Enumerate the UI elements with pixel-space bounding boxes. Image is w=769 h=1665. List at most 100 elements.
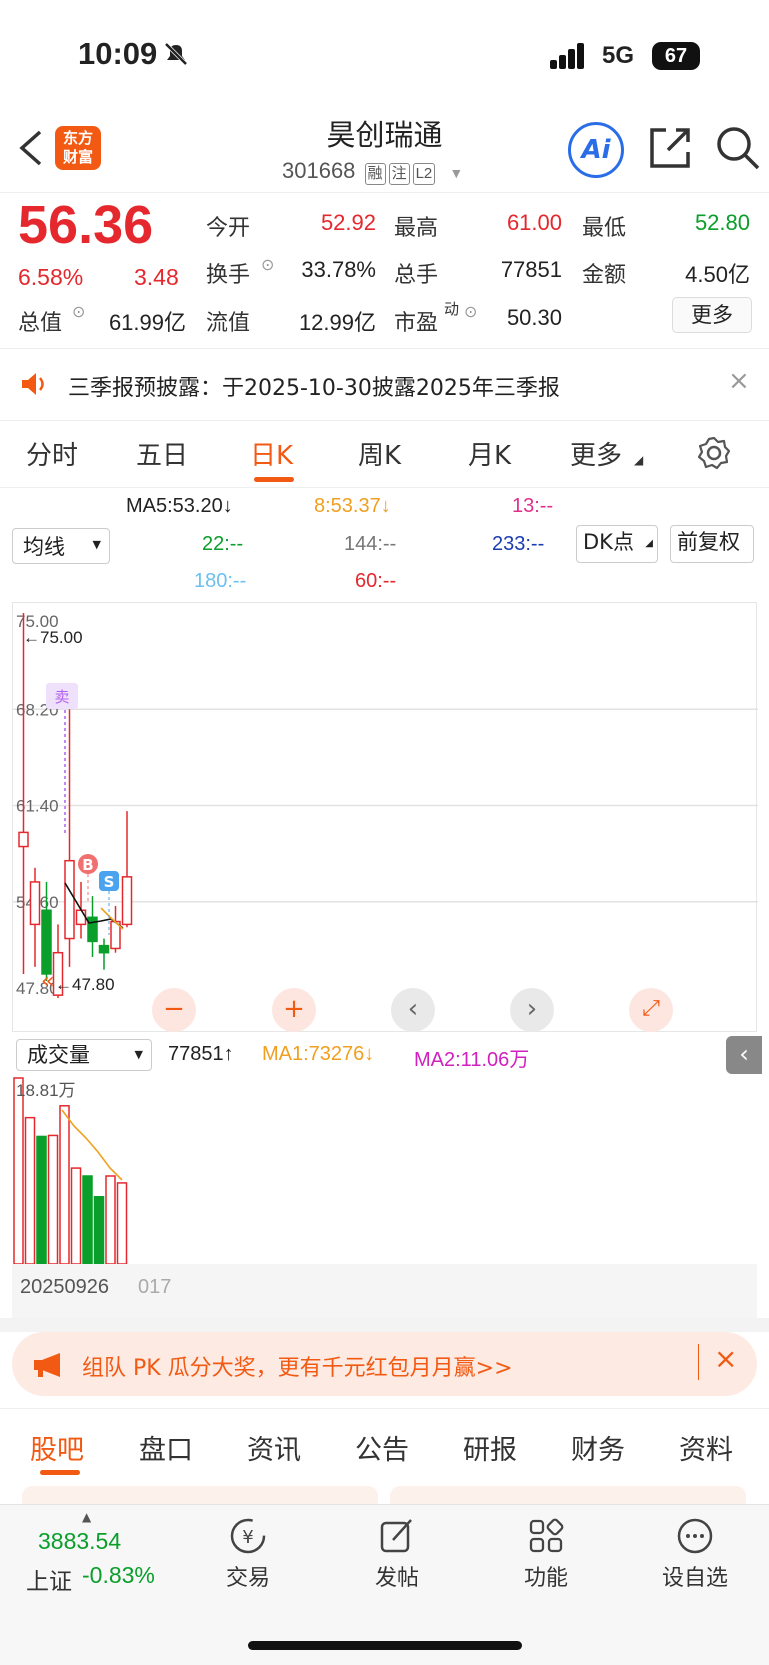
- volume-svg: 18.81万: [13, 1077, 128, 1265]
- tab-research[interactable]: 研报: [463, 1428, 517, 1467]
- indicator-select[interactable]: 均线 ▼: [12, 528, 110, 564]
- collapse-panel-button[interactable]: ‹: [726, 1036, 762, 1074]
- volume-chart[interactable]: 18.81万: [12, 1074, 757, 1265]
- tab-more[interactable]: 更多: [570, 435, 622, 472]
- tag-l2: L2: [412, 163, 436, 185]
- notice-text: 三季报预披露：于2025-10-30披露2025年三季报: [68, 376, 560, 401]
- promo-banner[interactable]: 组队 PK 瓜分大奖，更有千元红包月月赢>> ×: [12, 1332, 757, 1396]
- market-cap-label: 总值: [18, 311, 63, 336]
- pe-value: 50.30: [506, 305, 562, 330]
- volume-bar: [82, 1175, 93, 1265]
- chevron-right-icon[interactable]: ›: [510, 988, 554, 1032]
- kline-chart[interactable]: 75.0068.2061.4054.6047.80←75.00←47.80卖BS…: [12, 602, 758, 1032]
- change-amount: 3.48: [134, 264, 179, 290]
- amount-label: 金额: [582, 263, 627, 288]
- tab-orderbook[interactable]: 盘口: [139, 1428, 193, 1467]
- index-percent: -0.83%: [82, 1562, 155, 1588]
- tab-five-day[interactable]: 五日: [136, 435, 188, 472]
- chevron-down-icon: ▼: [134, 1048, 143, 1061]
- tag-registered: 注: [388, 163, 410, 185]
- home-indicator: [248, 1641, 522, 1650]
- tab-profile[interactable]: 资料: [679, 1428, 733, 1467]
- speaker-icon: [22, 373, 44, 395]
- dock-functions-label: 功能: [523, 1566, 568, 1591]
- more-dropdown-icon: ◢: [634, 453, 644, 467]
- info-icon[interactable]: ⊙: [72, 302, 85, 321]
- open-label: 今开: [206, 216, 251, 241]
- ma180-label: 180:--: [194, 570, 247, 592]
- volume-current: 77851↑: [168, 1043, 234, 1065]
- fullscreen-icon[interactable]: ⤢: [629, 988, 673, 1032]
- tab-announcements[interactable]: 公告: [355, 1428, 409, 1467]
- tab-financials[interactable]: 财务: [571, 1428, 625, 1467]
- promo-text: 组队 PK 瓜分大奖，更有千元红包月月赢>>: [82, 1356, 513, 1381]
- candle: [29, 881, 41, 926]
- candle: [121, 876, 133, 926]
- candle: [18, 831, 29, 848]
- dock-trade-label: 交易: [225, 1566, 270, 1591]
- period-tabs: 分时 五日 日K 周K 月K 更多 ◢: [0, 420, 769, 488]
- dock-functions[interactable]: 功能: [486, 1516, 606, 1592]
- edit-icon: [380, 1519, 412, 1553]
- info-icon[interactable]: ⊙: [261, 255, 274, 274]
- candle: [75, 909, 87, 926]
- volume-bar: [24, 1116, 36, 1265]
- active-tab-indicator: [254, 477, 294, 482]
- grid-icon: [529, 1518, 564, 1553]
- turnover-label: 换手: [206, 263, 251, 288]
- active-tab-indicator: [40, 1470, 80, 1475]
- dk-point-button[interactable]: DK点 ◢: [576, 525, 658, 563]
- index-value[interactable]: 3883.54: [38, 1528, 121, 1555]
- tab-forum[interactable]: 股吧: [30, 1428, 84, 1467]
- close-icon[interactable]: ×: [728, 366, 750, 396]
- network-label: 5G: [602, 42, 635, 69]
- tab-weekly-k[interactable]: 周K: [358, 435, 401, 472]
- mute-bell-icon: [164, 42, 188, 66]
- tab-daily-k[interactable]: 日K: [250, 435, 293, 472]
- more-button[interactable]: 更多: [672, 297, 752, 333]
- y-tick-label: 61.40: [16, 797, 59, 816]
- more-dots-icon: [677, 1518, 713, 1554]
- battery-icon: 67: [652, 42, 700, 70]
- stock-code-row[interactable]: 301668 融注 L2 ▼: [282, 158, 463, 185]
- market-cap-value: 61.99亿: [108, 310, 186, 335]
- ai-button[interactable]: Ai: [568, 122, 624, 178]
- ma13-label: 13:--: [512, 495, 554, 517]
- search-icon[interactable]: [714, 124, 762, 172]
- adjust-button[interactable]: 前复权: [670, 525, 754, 563]
- buy-marker: B: [82, 856, 93, 874]
- volume-bar: [47, 1134, 59, 1265]
- date-axis: 20250926 017: [12, 1264, 757, 1318]
- close-icon[interactable]: ×: [714, 1342, 737, 1375]
- tab-intraday[interactable]: 分时: [26, 435, 78, 472]
- volume-select[interactable]: 成交量 ▼: [16, 1039, 152, 1071]
- dock-post[interactable]: 发帖: [337, 1516, 457, 1592]
- volume-select-value: 成交量: [27, 1043, 90, 1067]
- sell-s-marker: S: [104, 873, 115, 891]
- ma5-label: MA5:53.20↓: [126, 495, 233, 517]
- share-icon[interactable]: [646, 124, 694, 172]
- zoom-out-button[interactable]: −: [152, 988, 196, 1032]
- volume-bar: [59, 1105, 70, 1265]
- low-label: 最低: [582, 216, 627, 241]
- tab-monthly-k[interactable]: 月K: [468, 435, 511, 472]
- candle: [87, 916, 98, 943]
- volume-ma2: MA2:11.06万: [414, 1049, 530, 1071]
- status-bar: 10:09 5G 67: [0, 0, 769, 110]
- volume-bar: [116, 1182, 128, 1265]
- dock-watchlist[interactable]: 设自选: [635, 1516, 755, 1592]
- info-icon[interactable]: ⊙: [464, 302, 477, 321]
- zoom-in-button[interactable]: +: [272, 988, 316, 1032]
- min-price-label: ←47.80: [55, 975, 115, 994]
- gear-icon[interactable]: [696, 435, 732, 471]
- tab-news[interactable]: 资讯: [247, 1428, 301, 1467]
- notice-bar[interactable]: 三季报预披露：于2025-10-30披露2025年三季报 ×: [0, 352, 769, 418]
- last-price: 56.36: [18, 195, 154, 255]
- candle: [98, 944, 110, 954]
- chevron-left-icon[interactable]: ‹: [391, 988, 435, 1032]
- dock-post-label: 发帖: [374, 1566, 419, 1591]
- volume-max-label: 18.81万: [16, 1081, 76, 1100]
- dock-trade[interactable]: ¥ 交易: [188, 1516, 308, 1592]
- ma60-label: 60:--: [355, 570, 397, 592]
- chevron-up-icon[interactable]: ▲: [82, 1510, 91, 1524]
